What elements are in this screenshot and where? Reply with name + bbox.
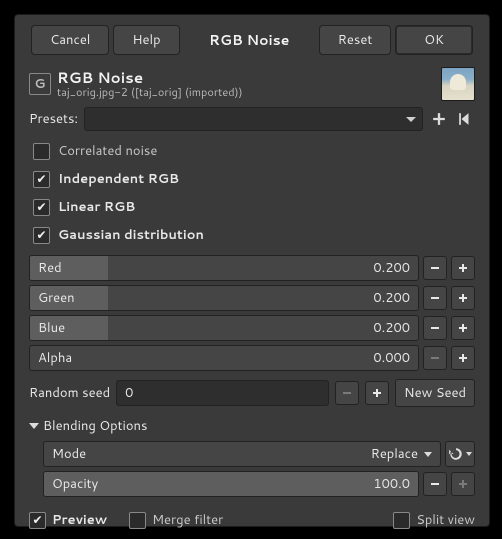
independent-rgb-check[interactable] [33, 171, 50, 188]
opacity-decrement-button[interactable] [423, 472, 447, 496]
red-row: Red 0.200 [29, 255, 475, 281]
merge-filter-check[interactable] [129, 512, 146, 529]
presets-row: Presets: [29, 107, 475, 131]
dialog-name: RGB Noise [184, 30, 315, 50]
green-decrement-button[interactable] [423, 286, 447, 310]
plus-icon [371, 387, 383, 399]
opacity-row: Opacity 100.0 [43, 471, 475, 497]
dialog-subtitle: taj_orig.jpg-2 ([taj_orig] (imported)) [57, 86, 435, 99]
plus-icon [457, 292, 469, 304]
action-bar: Cancel Help RGB Noise Reset OK [15, 15, 489, 63]
reset-icon [448, 446, 464, 462]
red-increment-button[interactable] [451, 256, 475, 280]
red-decrement-button[interactable] [423, 256, 447, 280]
alpha-label: Alpha [30, 349, 373, 367]
linear-rgb-check[interactable] [33, 199, 50, 216]
blend-mode-combo[interactable]: Mode Replace [43, 441, 441, 467]
alpha-decrement-button [423, 346, 447, 370]
blue-row: Blue 0.200 [29, 315, 475, 341]
alpha-slider[interactable]: Alpha 0.000 [29, 345, 419, 371]
minus-icon [341, 387, 353, 399]
gimp-icon: G [29, 73, 51, 95]
red-label: Red [30, 259, 373, 277]
new-seed-button[interactable]: New Seed [395, 379, 475, 407]
correlated-noise-label: Correlated noise [58, 142, 157, 160]
dialog-body: Presets: Correlated noise Independent RG… [15, 107, 489, 533]
preset-menu-button[interactable] [455, 109, 475, 129]
minus-icon [429, 322, 441, 334]
linear-rgb-label: Linear RGB [58, 198, 135, 216]
noise-options: Correlated noise Independent RGB Linear … [29, 139, 475, 247]
blend-mode-reset-button[interactable] [445, 441, 475, 467]
green-increment-button[interactable] [451, 286, 475, 310]
red-slider[interactable]: Red 0.200 [29, 255, 419, 281]
opacity-label: Opacity [44, 475, 373, 493]
correlated-noise-check[interactable] [33, 143, 50, 160]
blending-expander[interactable]: Blending Options [29, 417, 475, 435]
plus-icon [457, 322, 469, 334]
random-seed-input[interactable]: 0 [116, 380, 329, 406]
seed-increment-button[interactable] [365, 381, 389, 405]
preview-label: Preview [52, 511, 107, 529]
blend-mode-label: Mode [52, 445, 365, 463]
mode-row: Mode Replace [43, 441, 475, 467]
red-value: 0.200 [373, 259, 418, 277]
minus-icon [429, 262, 441, 274]
opacity-increment-button [451, 472, 475, 496]
green-label: Green [30, 289, 373, 307]
reset-button[interactable]: Reset [319, 25, 392, 55]
alpha-row: Alpha 0.000 [29, 345, 475, 371]
minus-icon [429, 292, 441, 304]
menu-left-icon [458, 112, 472, 126]
plus-icon [457, 478, 469, 490]
alpha-increment-button[interactable] [451, 346, 475, 370]
merge-filter-label: Merge filter [152, 511, 223, 529]
presets-combo[interactable] [84, 107, 423, 131]
opacity-value: 100.0 [373, 475, 418, 493]
seed-decrement-button [335, 381, 359, 405]
minus-icon [429, 478, 441, 490]
cancel-button[interactable]: Cancel [31, 25, 109, 55]
help-button[interactable]: Help [113, 25, 179, 55]
blue-increment-button[interactable] [451, 316, 475, 340]
presets-label: Presets: [29, 110, 78, 128]
split-view-check[interactable] [393, 512, 410, 529]
blend-mode-value: Replace [371, 445, 418, 463]
chevron-down-icon [424, 452, 432, 457]
ok-button[interactable]: OK [395, 25, 473, 55]
random-seed-label: Random seed [29, 384, 110, 402]
blending-title: Blending Options [43, 417, 147, 435]
chevron-down-icon [406, 117, 416, 122]
blue-label: Blue [30, 319, 373, 337]
green-row: Green 0.200 [29, 285, 475, 311]
blue-slider[interactable]: Blue 0.200 [29, 315, 419, 341]
plus-icon [457, 262, 469, 274]
minus-icon [429, 352, 441, 364]
green-value: 0.200 [373, 289, 418, 307]
dialog-header: G RGB Noise taj_orig.jpg-2 ([taj_orig] (… [15, 63, 489, 107]
chevron-down-icon [466, 452, 472, 456]
header-text: RGB Noise taj_orig.jpg-2 ([taj_orig] (im… [57, 69, 435, 99]
preview-check[interactable] [29, 512, 46, 529]
gaussian-distribution-check[interactable] [33, 227, 50, 244]
image-thumbnail[interactable] [441, 67, 475, 101]
chevron-down-icon [29, 423, 39, 429]
rgb-noise-dialog: Cancel Help RGB Noise Reset OK G RGB Noi… [14, 14, 490, 527]
blue-decrement-button[interactable] [423, 316, 447, 340]
footer-row: Preview Merge filter Split view [29, 511, 475, 533]
plus-icon [432, 112, 446, 126]
split-view-label: Split view [416, 511, 475, 529]
green-slider[interactable]: Green 0.200 [29, 285, 419, 311]
random-seed-row: Random seed 0 New Seed [29, 379, 475, 407]
plus-icon [457, 352, 469, 364]
alpha-value: 0.000 [373, 349, 418, 367]
gaussian-distribution-label: Gaussian distribution [58, 226, 204, 244]
independent-rgb-label: Independent RGB [58, 170, 179, 188]
opacity-slider[interactable]: Opacity 100.0 [43, 471, 419, 497]
blending-body: Mode Replace Opacity 100.0 [29, 441, 475, 497]
add-preset-button[interactable] [429, 109, 449, 129]
blue-value: 0.200 [373, 319, 418, 337]
